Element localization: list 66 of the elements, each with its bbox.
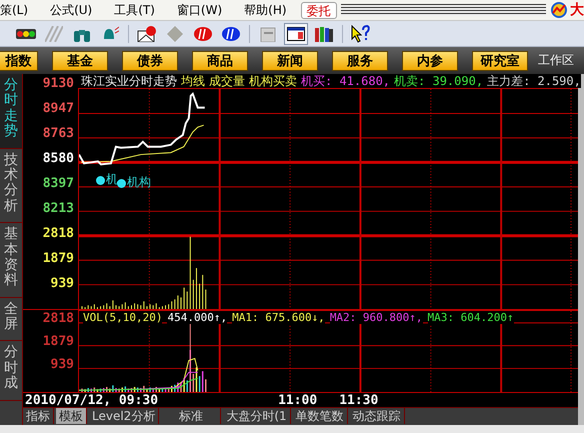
nav-button[interactable]: 新闻 (262, 50, 318, 70)
marker-label: 机构 (127, 174, 151, 191)
bottom-tab[interactable]: 动态跟踪 (350, 408, 405, 424)
window-icon (287, 26, 305, 40)
indicator-text: MA3: 604.200↑ (428, 311, 514, 324)
indicator-text: VOL(5,10,20) (83, 311, 162, 324)
chart-header-text: 珠江实业分时走势 (81, 74, 177, 88)
nav-button[interactable]: 基金 (52, 50, 108, 70)
nav-button[interactable]: 指数 (0, 50, 38, 70)
nav-button[interactable]: 研究室 (472, 50, 528, 70)
side-tab[interactable]: 分时走势 (0, 74, 22, 149)
marker-label: 机 (106, 171, 118, 188)
time-label: 11:00 (278, 392, 318, 408)
volume-axis-label: 939 (50, 276, 75, 293)
menu-item[interactable]: 窗口(W) (176, 2, 222, 18)
chart-header-text: 主力差: 2.590, (487, 74, 581, 88)
chart-logo-icon (550, 2, 568, 18)
nav-button[interactable]: 内参 (402, 50, 458, 70)
time-label: 2010/07/12, 09:30 (25, 392, 158, 408)
price-axis-label: 8213 (42, 201, 75, 218)
bottom-tab[interactable]: 模板 (56, 408, 87, 424)
slashed-disc-icon (194, 26, 212, 40)
clipboard-icon (260, 26, 276, 42)
marker-dot-icon (96, 176, 105, 185)
price-axis-label: 8947 (42, 101, 75, 118)
bell-icon (101, 26, 119, 42)
chart-header-text: 均线 (181, 74, 205, 88)
menu-item[interactable]: 公式(U) (50, 2, 92, 18)
chart-header-text: 机买: 41.680, (301, 74, 390, 88)
chart-header-text: 机构买卖 (249, 74, 297, 88)
bottom-tab[interactable]: 单数笔数 (292, 408, 348, 424)
indicator-text: MA1: 675.600↓, (232, 311, 325, 324)
slashed-disc-icon (222, 26, 240, 40)
workspace-label[interactable]: 工作区 (538, 52, 574, 69)
volume-axis-label: 1879 (42, 334, 75, 352)
volume-axis-label: 2818 (42, 226, 75, 243)
price-axis-label: 8763 (42, 126, 75, 143)
side-tab[interactable]: 技术分析 (0, 148, 22, 224)
nav-button[interactable]: 服务 (332, 50, 388, 70)
hatched-icon (45, 26, 63, 42)
time-label: 11:30 (339, 392, 378, 408)
chart-header-text: 机卖: 39.090, (394, 74, 484, 88)
traffic-light-icon (16, 28, 36, 38)
price-axis-label: 8580 (42, 151, 75, 168)
menu-item[interactable]: 策(L) (0, 2, 28, 18)
price-axis-label: 9130 (42, 76, 75, 93)
side-tab[interactable]: 全屏 (0, 298, 22, 342)
books-icon (315, 26, 333, 42)
nav-button[interactable]: 商品 (192, 50, 248, 70)
volume-axis-label: 1879 (42, 251, 75, 268)
toolbar-button[interactable] (284, 22, 308, 44)
nav-button[interactable]: 债券 (122, 50, 178, 70)
volume-axis-label: 2818 (42, 311, 75, 328)
menu-item[interactable]: 帮助(H) (244, 2, 287, 18)
marker-dot-icon (117, 179, 126, 188)
volume-axis-label: 939 (50, 357, 75, 374)
help-pointer-icon (351, 24, 371, 42)
price-axis-label: 8397 (42, 176, 75, 193)
corner-text: 大 (570, 1, 584, 19)
bottom-tab[interactable]: 指标 (23, 408, 54, 424)
indicator-text: 454.000↑, (167, 311, 228, 324)
menu-item[interactable]: 工具(T) (114, 2, 155, 18)
indicator-text: MA2: 960.800↑, (330, 311, 423, 324)
diamond-icon (167, 26, 183, 42)
trade-button[interactable]: 委托 (300, 2, 337, 18)
chart-header-text: 成交量 (209, 74, 245, 88)
